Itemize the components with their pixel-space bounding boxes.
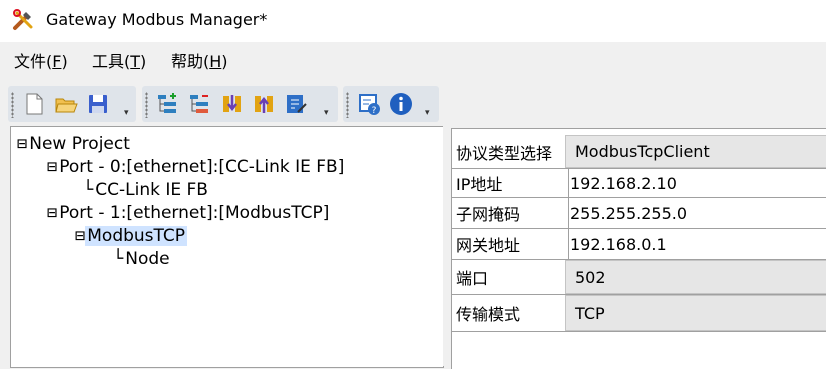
menu-file[interactable]: 文件(F): [14, 51, 68, 73]
tools-icon: [13, 9, 33, 30]
toolbar-group-help: ? ▾: [343, 86, 439, 122]
toolbar-overflow-icon[interactable]: ▾: [425, 108, 430, 118]
collapse-icon[interactable]: ⊟: [47, 157, 57, 177]
tree-item-modbustcp[interactable]: ⊟ ModbusTCP: [75, 225, 188, 247]
toolbar-grip[interactable]: [145, 92, 148, 118]
toolbar: ▾ ▾ ? ▾: [0, 82, 826, 124]
port-field[interactable]: 502: [565, 260, 826, 294]
remove-node-icon[interactable]: [188, 92, 212, 116]
toolbar-grip[interactable]: [346, 92, 349, 118]
title-bar: Gateway Modbus Manager*: [0, 0, 826, 42]
menu-help[interactable]: 帮助(H): [171, 51, 228, 73]
project-tree[interactable]: ⊟ New Project ⊟ Port - 0:[ethernet]:[CC-Li…: [10, 126, 444, 368]
upload-icon[interactable]: [252, 92, 276, 116]
ip-address-field[interactable]: 192.168.2.10: [565, 169, 826, 197]
save-icon[interactable]: [86, 92, 110, 116]
tree-branch-line: └: [83, 180, 94, 200]
property-name: 网关地址: [452, 229, 569, 259]
collapse-icon[interactable]: ⊟: [75, 226, 85, 246]
window-title: Gateway Modbus Manager*: [46, 10, 268, 29]
protocol-type-select[interactable]: ModbusTcpClient: [565, 135, 826, 168]
open-folder-icon[interactable]: [54, 92, 78, 116]
info-icon[interactable]: [389, 92, 413, 116]
menu-bar: 文件(F) 工具(T) 帮助(H): [0, 42, 826, 82]
property-name: 端口: [452, 260, 569, 294]
toolbar-grip[interactable]: [11, 92, 14, 118]
property-name: 子网掩码: [452, 198, 569, 228]
toolbar-group-file: ▾: [8, 86, 136, 122]
property-row: 网关地址 192.168.0.1: [452, 229, 826, 260]
gateway-address-field[interactable]: 192.168.0.1: [565, 229, 826, 259]
toolbar-group-edit: ▾: [142, 86, 338, 122]
subnet-mask-field[interactable]: 255.255.255.0: [565, 198, 826, 228]
tree-item-cclink[interactable]: └ CC-Link IE FB: [83, 179, 210, 201]
tree-item-project[interactable]: ⊟ New Project: [17, 133, 132, 155]
transfer-mode-select[interactable]: TCP: [565, 295, 826, 331]
panel-splitter[interactable]: [443, 126, 451, 366]
tree-item-port-1[interactable]: ⊟ Port - 1:[ethernet]:[ModbusTCP]: [47, 202, 331, 224]
tree-item-port-0[interactable]: ⊟ Port - 0:[ethernet]:[CC-Link IE FB]: [47, 156, 346, 178]
property-name: IP地址: [452, 169, 569, 197]
property-row: 协议类型选择 ModbusTcpClient: [452, 135, 826, 169]
toolbar-overflow-icon[interactable]: ▾: [124, 108, 129, 118]
new-file-icon[interactable]: [22, 92, 46, 116]
add-node-icon[interactable]: [156, 92, 180, 116]
property-row: 传输模式 TCP: [452, 295, 826, 332]
property-row: 子网掩码 255.255.255.0: [452, 198, 826, 229]
download-icon[interactable]: [220, 92, 244, 116]
collapse-icon[interactable]: ⊟: [47, 203, 57, 223]
property-name: 协议类型选择: [452, 135, 569, 168]
property-row: 端口 502: [452, 260, 826, 295]
tree-item-node[interactable]: └ Node: [113, 248, 172, 270]
property-grid: 协议类型选择 ModbusTcpClient IP地址 192.168.2.10…: [451, 128, 826, 369]
property-name: 传输模式: [452, 295, 569, 331]
collapse-icon[interactable]: ⊟: [17, 134, 27, 154]
property-row: IP地址 192.168.2.10: [452, 169, 826, 198]
settings-help-icon[interactable]: ?: [357, 92, 381, 116]
menu-tools[interactable]: 工具(T): [92, 51, 146, 73]
tree-branch-line: └: [113, 249, 124, 269]
edit-icon[interactable]: [284, 92, 308, 116]
toolbar-overflow-icon[interactable]: ▾: [324, 108, 329, 118]
svg-text:?: ?: [372, 106, 377, 116]
